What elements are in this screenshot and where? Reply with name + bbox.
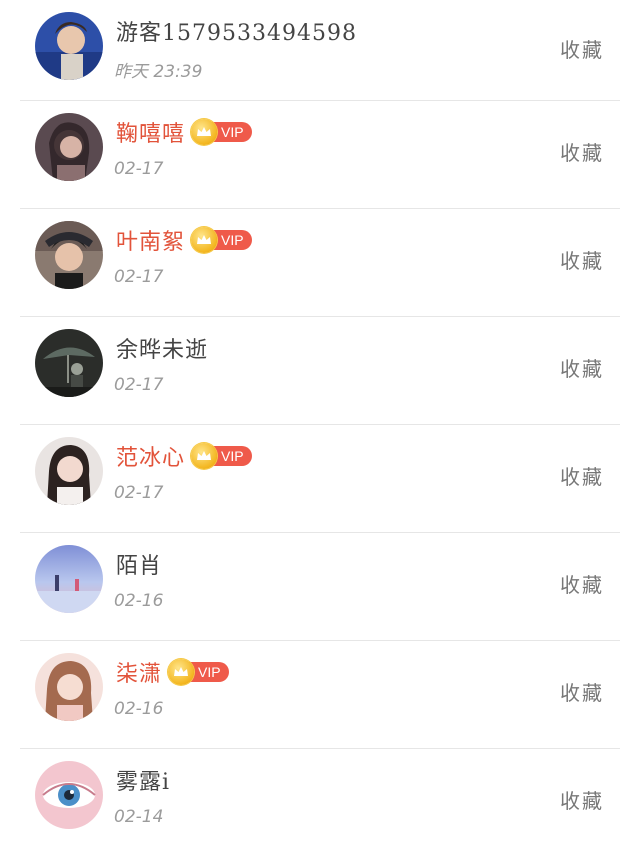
name-line: 雾露i: [116, 765, 170, 795]
name-line: 陌肖: [116, 549, 162, 579]
user-name[interactable]: 叶南絮: [116, 224, 185, 256]
user-name[interactable]: 雾露i: [116, 764, 170, 796]
list-item[interactable]: 柒潇 VIP 02-16 收藏: [20, 641, 620, 749]
timestamp: 昨天 23:39: [114, 62, 203, 82]
crown-icon: [191, 443, 218, 469]
avatar[interactable]: [35, 329, 103, 397]
avatar[interactable]: [35, 113, 103, 181]
timestamp: 02-17: [114, 267, 164, 287]
name-line: 游客15795334945​98: [116, 16, 357, 46]
favorite-button[interactable]: 收藏: [560, 785, 604, 814]
list-item[interactable]: 鞠嘻嘻 VIP 02-17 收藏: [20, 101, 620, 209]
list-item[interactable]: 余晔未逝 02-17 收藏: [20, 317, 620, 425]
timestamp: 02-17: [114, 483, 164, 503]
favorite-button[interactable]: 收藏: [560, 34, 604, 63]
avatar[interactable]: [35, 653, 103, 721]
avatar[interactable]: [35, 221, 103, 289]
list-item[interactable]: 陌肖 02-16 收藏: [20, 533, 620, 641]
avatar-image: [35, 545, 103, 613]
avatar-image: [35, 653, 103, 721]
favorite-button[interactable]: 收藏: [560, 137, 604, 166]
timestamp: 02-17: [114, 159, 164, 179]
vip-badge: VIP: [191, 227, 252, 253]
avatar-image: [35, 437, 103, 505]
timestamp: 02-14: [114, 807, 164, 827]
user-list: 游客15795334945​98 昨天 23:39 收藏 鞠嘻嘻 VIP: [0, 0, 640, 853]
user-name[interactable]: 范冰心: [116, 440, 185, 472]
vip-badge: VIP: [191, 443, 252, 469]
name-line: 余晔未逝: [116, 333, 208, 363]
favorite-button[interactable]: 收藏: [560, 461, 604, 490]
vip-badge: VIP: [191, 119, 252, 145]
avatar-image: [35, 761, 103, 829]
avatar[interactable]: [35, 437, 103, 505]
name-line: 范冰心 VIP: [116, 441, 252, 471]
favorite-button[interactable]: 收藏: [560, 677, 604, 706]
avatar[interactable]: [35, 12, 103, 80]
avatar-image: [35, 113, 103, 181]
timestamp: 02-17: [114, 375, 164, 395]
crown-icon: [168, 659, 195, 685]
avatar-image: [35, 221, 103, 289]
avatar[interactable]: [35, 761, 103, 829]
name-line: 柒潇 VIP: [116, 657, 229, 687]
favorite-button[interactable]: 收藏: [560, 569, 604, 598]
list-item[interactable]: 叶南絮 VIP 02-17 收藏: [20, 209, 620, 317]
timestamp: 02-16: [114, 699, 164, 719]
list-item[interactable]: 雾露i 02-14 收藏: [20, 749, 620, 853]
avatar-image: [35, 329, 103, 397]
user-name[interactable]: 柒潇: [116, 656, 162, 688]
user-name[interactable]: 陌肖: [116, 548, 162, 580]
name-line: 鞠嘻嘻 VIP: [116, 117, 252, 147]
crown-icon: [191, 119, 218, 145]
avatar[interactable]: [35, 545, 103, 613]
list-item[interactable]: 游客15795334945​98 昨天 23:39 收藏: [20, 0, 620, 101]
timestamp: 02-16: [114, 591, 164, 611]
crown-icon: [191, 227, 218, 253]
avatar-image: [35, 12, 103, 80]
name-line: 叶南絮 VIP: [116, 225, 252, 255]
favorite-button[interactable]: 收藏: [560, 353, 604, 382]
list-item[interactable]: 范冰心 VIP 02-17 收藏: [20, 425, 620, 533]
vip-badge: VIP: [168, 659, 229, 685]
user-name[interactable]: 鞠嘻嘻: [116, 116, 185, 148]
user-name[interactable]: 游客15795334945​98: [116, 15, 357, 47]
favorite-button[interactable]: 收藏: [560, 245, 604, 274]
user-name[interactable]: 余晔未逝: [116, 332, 208, 364]
